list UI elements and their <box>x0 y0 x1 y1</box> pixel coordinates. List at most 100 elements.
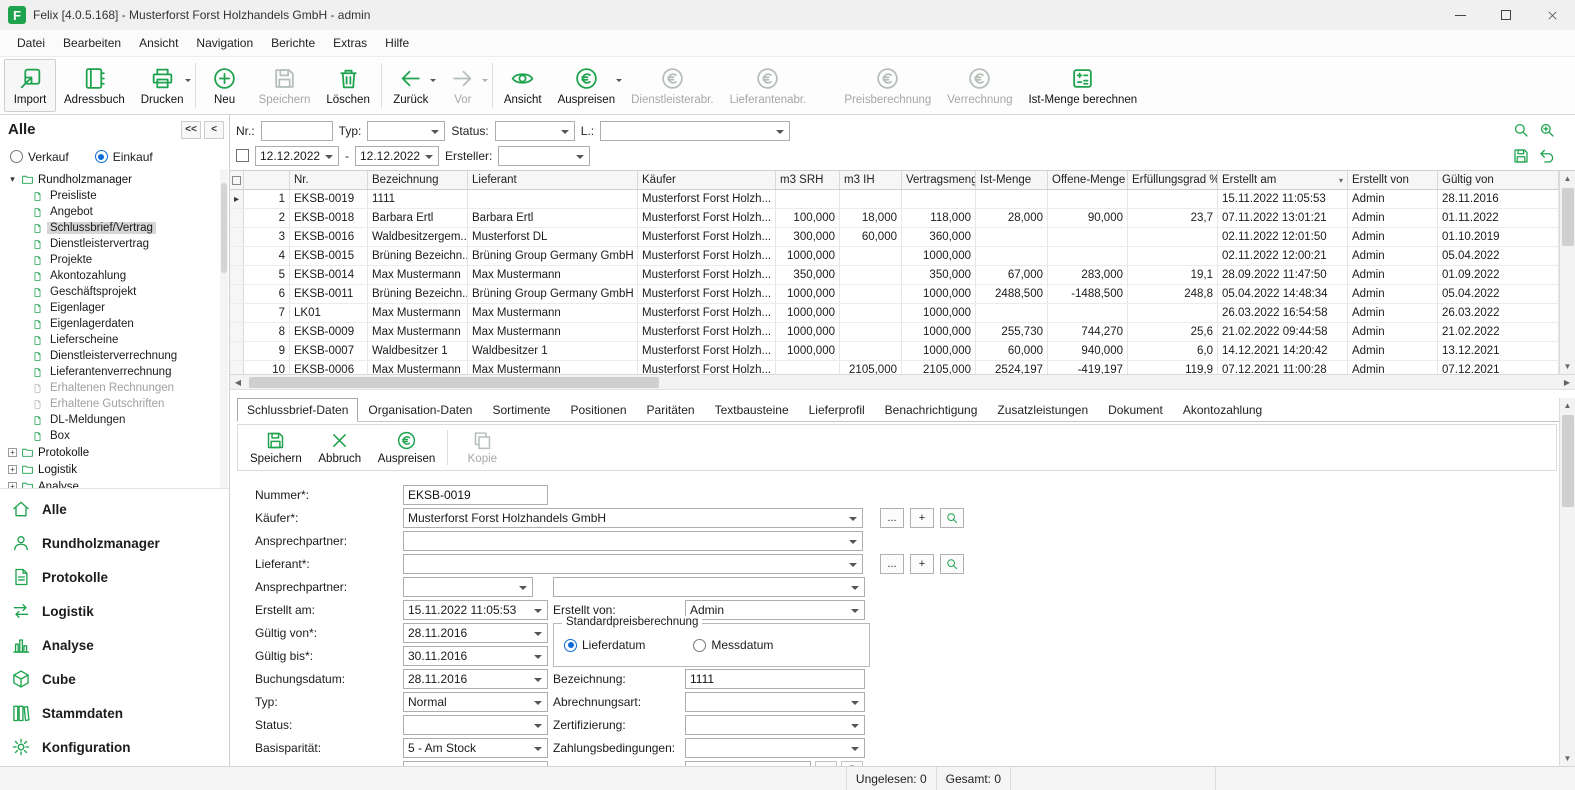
chevron-down-icon[interactable] <box>482 79 488 85</box>
basisparitaet-select[interactable]: 5 - Am Stock <box>403 738 548 758</box>
scroll-up-icon[interactable]: ▲ <box>1560 171 1575 186</box>
tree-item[interactable]: Logistik <box>0 461 229 478</box>
table-row[interactable]: 10 EKSB-0006 Max Mustermann Max Musterma… <box>230 361 1559 374</box>
messdatum-radio[interactable]: Messdatum <box>693 638 773 652</box>
nummer-input[interactable] <box>403 485 548 505</box>
kaeufer-select[interactable]: Musterforst Forst Holzhandels GmbH <box>403 508 863 528</box>
reset-filter-button[interactable] <box>1535 144 1559 168</box>
menu-item[interactable]: Navigation <box>187 32 262 54</box>
column-header[interactable]: Ist-Menge <box>976 171 1048 189</box>
column-header[interactable]: Vertragsmenge <box>902 171 976 189</box>
column-header[interactable]: Erstellt am <box>1218 171 1348 189</box>
status-select[interactable] <box>403 715 548 735</box>
tree-item[interactable]: Analyse <box>0 478 229 489</box>
tree-item[interactable]: Erhaltenen Rechnungen <box>0 380 229 396</box>
l-filter-select[interactable] <box>600 121 790 141</box>
ersteller-filter-select[interactable] <box>498 146 590 166</box>
expand-icon[interactable] <box>8 448 17 457</box>
bezeichnung-input[interactable] <box>685 669 865 689</box>
menu-item[interactable]: Datei <box>8 32 54 54</box>
adressbuch-button[interactable]: Adressbuch <box>56 59 133 112</box>
nr-filter-input[interactable] <box>261 121 333 141</box>
erfuellungsort-select[interactable] <box>403 761 548 767</box>
erstellt-von-select[interactable]: Admin <box>685 600 865 620</box>
nav-item-analyse[interactable]: Analyse <box>0 628 229 662</box>
nav-item-rundholzmanager[interactable]: Rundholzmanager <box>0 526 229 560</box>
vor-button[interactable]: Vor <box>437 59 489 112</box>
import-button[interactable]: Import <box>4 59 56 112</box>
dienstleisterabr-button[interactable]: Dienstleisterabr. <box>623 59 721 112</box>
tab[interactable]: Benachrichtigung <box>875 398 988 422</box>
table-row[interactable]: 1 EKSB-0019 1111 Musterforst Forst Holzh… <box>230 190 1559 209</box>
tree-item[interactable]: Lieferscheine <box>0 332 229 348</box>
scrollbar-thumb[interactable] <box>1562 415 1574 507</box>
detail-save-button[interactable]: Speichern <box>242 430 310 465</box>
tree-item[interactable]: Protokolle <box>0 444 229 461</box>
scrollbar-thumb[interactable] <box>221 183 227 273</box>
gueltig-von-select[interactable]: 28.11.2016 <box>403 623 548 643</box>
nav-item-protokolle[interactable]: Protokolle <box>0 560 229 594</box>
scroll-right-icon[interactable]: ▶ <box>1559 375 1575 390</box>
detail-cancel-button[interactable]: Abbruch <box>310 430 370 465</box>
nav-item-konfiguration[interactable]: Konfiguration <box>0 730 229 764</box>
table-horizontal-scrollbar[interactable]: ◀ ▶ <box>230 375 1575 390</box>
nav-item-stammdaten[interactable]: Stammdaten <box>0 696 229 730</box>
column-header[interactable]: Erstellt von <box>1348 171 1438 189</box>
lieferant-add-button[interactable]: + <box>910 554 934 574</box>
preisberechnung-button[interactable]: Preisberechnung <box>836 59 939 112</box>
scroll-left-icon[interactable]: ◀ <box>230 375 246 390</box>
tree-item-rundholzmanager[interactable]: Rundholzmanager <box>0 171 229 188</box>
detail-copy-button[interactable]: Kopie <box>452 430 512 465</box>
verrechnung-button[interactable]: Verrechnung <box>939 59 1020 112</box>
column-header[interactable]: Lieferant <box>468 171 638 189</box>
collapse-button[interactable]: < <box>204 121 224 139</box>
tree-item[interactable]: Projekte <box>0 252 229 268</box>
einkauf-radio[interactable]: Einkauf <box>95 150 153 164</box>
verkauf-radio[interactable]: Verkauf <box>10 150 69 164</box>
menu-item[interactable]: Hilfe <box>376 32 418 54</box>
column-header[interactable]: Offene-Menge <box>1048 171 1128 189</box>
search-button[interactable] <box>1509 118 1533 142</box>
scrollbar-thumb[interactable] <box>249 377 659 388</box>
ansicht-button[interactable]: Ansicht <box>496 59 550 112</box>
table-row[interactable]: 7 LK01 Max Mustermann Max Mustermann Mus… <box>230 304 1559 323</box>
zurueck-button[interactable]: Zurück <box>385 59 437 112</box>
ansprechpartner2-select-a[interactable] <box>403 577 533 597</box>
tree-item[interactable]: Eigenlagerdaten <box>0 316 229 332</box>
tree-item[interactable]: Dienstleistervertrag <box>0 236 229 252</box>
tab[interactable]: Zusatzleistungen <box>987 398 1098 422</box>
tree-scrollbar[interactable] <box>220 169 228 488</box>
table-row[interactable]: 8 EKSB-0009 Max Mustermann Max Musterman… <box>230 323 1559 342</box>
zertifizierung-select[interactable] <box>685 715 865 735</box>
tab[interactable]: Organisation-Daten <box>358 398 482 422</box>
kaeufer-more-button[interactable]: ... <box>880 508 904 528</box>
expand-icon[interactable] <box>8 482 17 489</box>
chevron-down-icon[interactable] <box>616 79 622 85</box>
chevron-down-icon[interactable] <box>185 79 191 85</box>
tree-item[interactable]: Schlussbrief/Vertrag <box>0 220 229 236</box>
tree-item[interactable]: Erhaltene Gutschriften <box>0 396 229 412</box>
menu-item[interactable]: Bearbeiten <box>54 32 130 54</box>
column-header[interactable]: Gültig von <box>1438 171 1559 189</box>
zahlungsbedingungen-select[interactable] <box>685 738 865 758</box>
detail-vertical-scrollbar[interactable]: ▲ ▼ <box>1559 398 1575 766</box>
table-row[interactable]: 6 EKSB-0011 Brüning Bezeichn... Brüning … <box>230 285 1559 304</box>
chevron-down-icon[interactable] <box>430 79 436 85</box>
nav-item-alle[interactable]: Alle <box>0 492 229 526</box>
collapse-all-button[interactable]: << <box>181 121 201 139</box>
tab[interactable]: Textbausteine <box>705 398 799 422</box>
date-filter-checkbox[interactable] <box>236 149 249 162</box>
tree-item[interactable]: Akontozahlung <box>0 268 229 284</box>
scroll-down-icon[interactable]: ▼ <box>1560 359 1575 374</box>
tree-item[interactable]: Dienstleisterverrechnung <box>0 348 229 364</box>
table-vertical-scrollbar[interactable]: ▲ ▼ <box>1559 171 1575 374</box>
table-row[interactable]: 2 EKSB-0018 Barbara Ertl Barbara Ertl Mu… <box>230 209 1559 228</box>
nav-item-logistik[interactable]: Logistik <box>0 594 229 628</box>
drucken-button[interactable]: Drucken <box>133 59 192 112</box>
tree-item[interactable]: Geschäftsprojekt <box>0 284 229 300</box>
abrechnungsart-select[interactable] <box>685 692 865 712</box>
tab[interactable]: Sortimente <box>482 398 560 422</box>
table-row[interactable]: 9 EKSB-0007 Waldbesitzer 1 Waldbesitzer … <box>230 342 1559 361</box>
gueltig-bis-select[interactable]: 30.11.2016 <box>403 646 548 666</box>
tab[interactable]: Paritäten <box>637 398 705 422</box>
